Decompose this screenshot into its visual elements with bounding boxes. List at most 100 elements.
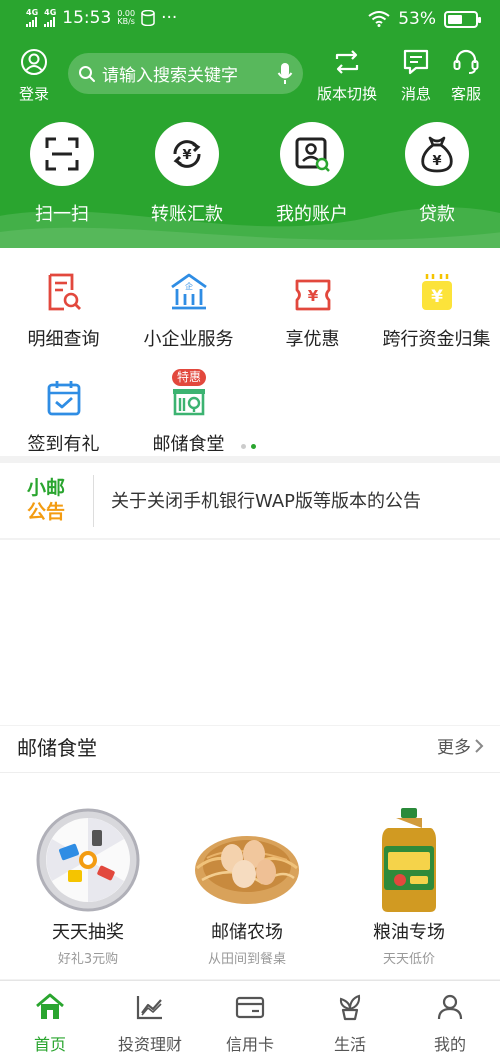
tab-invest[interactable]: 投资理财	[100, 993, 200, 1055]
page-dot	[241, 444, 246, 449]
scan-icon	[45, 137, 79, 171]
canteen-promo-badge: 特惠	[172, 369, 207, 386]
canteen-header: 邮储食堂 更多	[0, 726, 500, 773]
credit-card-icon	[235, 996, 265, 1019]
service-label: 小企业服务	[143, 329, 234, 350]
wifi-icon	[368, 11, 390, 27]
bottom-tab-bar: 首页 投资理财 信用卡 生活 我的	[0, 980, 500, 1057]
quick-action-scan[interactable]: 扫一扫	[7, 122, 117, 226]
account-icon	[295, 137, 330, 172]
oil-bottle-image	[382, 808, 436, 912]
login-label: 登录	[18, 85, 49, 103]
service-enterprise[interactable]: 企 小企业服务	[126, 262, 251, 351]
tab-mine[interactable]: 我的	[400, 993, 500, 1055]
notice-text[interactable]: 关于关闭手机银行WAP版等版本的公告	[111, 487, 421, 513]
user-circle-icon	[21, 49, 47, 75]
quick-action-label: 贷款	[419, 204, 455, 225]
service-label: 享优惠	[285, 329, 340, 350]
divider	[93, 475, 94, 527]
svg-text:企: 企	[185, 281, 193, 291]
service-fund-collection[interactable]: ¥ 跨行资金归集	[374, 262, 499, 351]
microphone-icon[interactable]	[277, 62, 293, 86]
more-link[interactable]: 更多	[437, 733, 484, 758]
notice-badge: 小邮 公告	[27, 477, 66, 523]
headset-icon	[453, 49, 479, 74]
product-farm[interactable]: 邮储农场 从田间到餐桌	[172, 806, 322, 967]
quick-action-transfer[interactable]: ¥ 转账汇款	[132, 122, 242, 226]
coupon-icon: ¥	[295, 279, 330, 311]
search-input[interactable]: 请输入搜索关键字	[68, 53, 303, 94]
product-subtitle: 从田间到餐桌	[207, 952, 286, 967]
home-icon	[36, 993, 64, 1019]
canteen-section: 邮储食堂 更多 天天抽奖 好礼3元购 邮储农场 从田间到餐桌 粮油专场 天天低价	[0, 726, 500, 979]
service-label: 跨行资金归集	[382, 329, 491, 350]
user-icon	[437, 994, 463, 1020]
messages-button[interactable]: 消息	[396, 48, 436, 104]
quick-action-loan[interactable]: ¥ 贷款	[382, 122, 492, 226]
header: 4G 4G 15:53 0.00 KB/s ··· 53% 登录 请输入搜索关键…	[0, 0, 500, 248]
customer-service-button[interactable]: 客服	[446, 48, 486, 104]
network-speed: 0.00 KB/s	[117, 9, 136, 26]
messages-label: 消息	[400, 85, 431, 103]
svg-text:¥: ¥	[182, 148, 191, 163]
tab-home[interactable]: 首页	[0, 993, 100, 1055]
service-label: 签到有礼	[27, 434, 100, 455]
checkin-icon	[47, 381, 80, 416]
transfer-icon: ¥	[173, 140, 201, 168]
quick-action-label: 我的账户	[276, 204, 348, 225]
page-dot-active	[251, 444, 256, 449]
product-name: 天天抽奖	[52, 922, 124, 943]
svg-text:¥: ¥	[432, 154, 441, 169]
login-button[interactable]: 登录	[14, 48, 54, 104]
notice-bar[interactable]: 小邮 公告 关于关闭手机银行WAP版等版本的公告	[0, 463, 500, 538]
service-canteen[interactable]: 特惠 邮储食堂	[126, 367, 251, 456]
banner-area	[0, 540, 500, 725]
section-title: 邮储食堂	[17, 736, 97, 760]
eggs-nest-image	[195, 836, 299, 904]
service-coupon[interactable]: ¥ 享优惠	[250, 262, 375, 351]
detail-query-icon	[48, 273, 81, 311]
enterprise-icon: 企	[170, 273, 207, 310]
svg-text:¥: ¥	[307, 287, 318, 305]
sim-icon	[141, 10, 155, 26]
signal-1-icon: 4G	[26, 9, 38, 27]
tab-life[interactable]: 生活	[300, 993, 400, 1055]
product-subtitle: 天天低价	[382, 952, 435, 967]
version-switch-button[interactable]: 版本切换	[312, 48, 382, 104]
more-label: 更多	[437, 738, 471, 758]
tab-label: 我的	[433, 1035, 466, 1054]
tab-label: 生活	[333, 1035, 366, 1054]
quick-actions: 扫一扫 ¥ 转账汇款 我的账户 ¥ 贷款	[0, 122, 500, 232]
quick-action-label: 扫一扫	[35, 204, 89, 225]
chevron-right-icon	[475, 738, 484, 753]
product-subtitle: 好礼3元购	[57, 952, 119, 967]
search-icon	[79, 65, 95, 82]
status-time: 15:53	[62, 8, 112, 28]
search-placeholder: 请输入搜索关键字	[102, 66, 238, 86]
quick-action-account[interactable]: 我的账户	[257, 122, 367, 226]
top-bar: 登录 请输入搜索关键字 版本切换 消息 客服	[0, 44, 500, 106]
product-name: 粮油专场	[373, 922, 445, 943]
lottery-wheel-image	[36, 808, 140, 912]
battery-icon	[444, 10, 481, 28]
signal-2-icon: 4G	[44, 9, 56, 27]
fund-collection-icon: ¥	[421, 274, 452, 310]
service-grid: 明细查询 企 小企业服务 ¥ 享优惠 ¥ 跨行资金归集 签到有礼 特惠 邮储食堂	[0, 248, 500, 456]
tab-label: 信用卡	[225, 1035, 274, 1054]
service-checkin[interactable]: 签到有礼	[1, 367, 126, 456]
battery-percent: 53%	[398, 9, 436, 29]
service-label: 邮储食堂	[152, 434, 225, 455]
quick-action-label: 转账汇款	[151, 204, 223, 225]
customer-service-label: 客服	[450, 85, 481, 103]
product-lottery[interactable]: 天天抽奖 好礼3元购	[13, 806, 163, 967]
page-indicator	[241, 444, 256, 449]
status-bar: 4G 4G 15:53 0.00 KB/s ··· 53%	[0, 0, 500, 40]
sprout-icon	[339, 994, 361, 1021]
service-label: 明细查询	[27, 329, 100, 350]
tab-credit-card[interactable]: 信用卡	[200, 993, 300, 1055]
switch-arrows-icon	[335, 50, 359, 74]
service-detail-query[interactable]: 明细查询	[1, 262, 126, 351]
product-grain-oil[interactable]: 粮油专场 天天低价	[334, 806, 484, 967]
message-icon	[403, 49, 429, 75]
product-name: 邮储农场	[211, 922, 283, 943]
